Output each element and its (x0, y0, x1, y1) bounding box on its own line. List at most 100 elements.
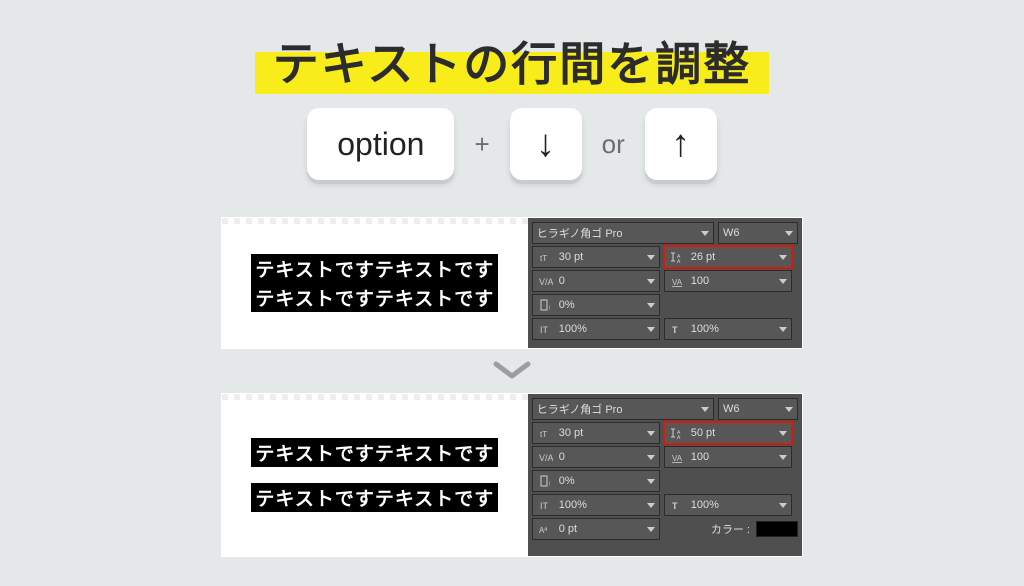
kerning-icon: V/A (537, 450, 555, 464)
sample-text-line: テキストですテキストです (251, 283, 498, 312)
chevron-down-icon (647, 255, 655, 260)
leading-icon: AA (669, 426, 687, 440)
kerning-icon: V/A (537, 274, 555, 288)
chevron-down-icon (701, 231, 709, 236)
example-after: テキストですテキストです テキストですテキストです ヒラギノ角ゴ Pro W6 (222, 394, 802, 556)
svg-text:↕: ↕ (548, 481, 551, 487)
svg-text:Aª: Aª (539, 526, 547, 535)
chevron-down-icon (647, 327, 655, 332)
kerning-field[interactable]: V/A 0 (532, 270, 660, 292)
svg-text:IT: IT (540, 325, 549, 335)
or-label: or (602, 129, 625, 160)
horiz-scale-value-2: 100% (691, 499, 719, 511)
page-title: テキストの行間を調整 (255, 26, 770, 94)
ruler-icon (222, 394, 528, 400)
chevron-down-icon (779, 327, 787, 332)
svg-text:tT: tT (540, 254, 547, 263)
sample-text-line: テキストですテキストです (251, 483, 498, 512)
chevron-down-icon (647, 455, 655, 460)
leading-field[interactable]: AA 50 pt (664, 422, 792, 444)
font-weight-select[interactable]: W6 (718, 398, 798, 420)
chevron-down-icon (785, 407, 793, 412)
horiz-scale-field[interactable]: IT 100% (532, 318, 660, 340)
character-panel-before: ヒラギノ角ゴ Pro W6 tT 30 pt (528, 218, 802, 348)
vertical-scale-value: 0% (559, 475, 575, 487)
ruler-icon (222, 218, 528, 224)
sample-text-line: テキストですテキストです (251, 254, 498, 283)
chevron-down-icon (701, 407, 709, 412)
tracking-icon: VA (669, 450, 687, 464)
chevron-down-icon (647, 479, 655, 484)
tracking-value: 100 (691, 275, 709, 287)
leading-icon: AA (669, 250, 687, 264)
svg-text:↕: ↕ (548, 305, 551, 311)
kerning-value: 0 (559, 451, 565, 463)
horiz-scale-icon: T (669, 498, 687, 512)
font-family-value: ヒラギノ角ゴ Pro (537, 225, 623, 241)
chevron-down-icon (647, 503, 655, 508)
shortcut-row: option + ↓ or ↑ (0, 108, 1024, 180)
svg-text:T: T (672, 501, 678, 511)
font-family-select[interactable]: ヒラギノ角ゴ Pro (532, 222, 714, 244)
horiz-scale-field-2[interactable]: T 100% (664, 494, 792, 516)
color-swatch[interactable] (756, 521, 798, 537)
tracking-field[interactable]: VA 100 (664, 270, 792, 292)
chevron-down-icon (779, 455, 787, 460)
down-arrow-icon (492, 360, 532, 382)
svg-text:IT: IT (540, 501, 549, 511)
svg-text:V/A: V/A (539, 277, 553, 287)
font-family-select[interactable]: ヒラギノ角ゴ Pro (532, 398, 714, 420)
baseline-shift-field[interactable]: Aª 0 pt (532, 518, 660, 540)
tracking-field[interactable]: VA 100 (664, 446, 792, 468)
horiz-scale-icon: T (669, 322, 687, 336)
vertical-scale-field[interactable]: ↕ 0% (532, 294, 660, 316)
chevron-down-icon (779, 503, 787, 508)
vertical-scale-value: 0% (559, 299, 575, 311)
horiz-scale-value: 100% (559, 499, 587, 511)
font-size-value: 30 pt (559, 251, 583, 263)
key-option: option (307, 108, 454, 180)
chevron-down-icon (647, 431, 655, 436)
svg-text:A: A (677, 435, 681, 439)
tracking-icon: VA (669, 274, 687, 288)
key-arrow-up: ↑ (645, 108, 717, 180)
example-before: テキストですテキストです テキストですテキストです ヒラギノ角ゴ Pro W6 (222, 218, 802, 348)
kerning-value: 0 (559, 275, 565, 287)
chevron-down-icon (779, 279, 787, 284)
font-weight-value: W6 (723, 227, 740, 239)
svg-text:VA: VA (672, 454, 683, 463)
font-size-icon: tT (537, 250, 555, 264)
baseline-shift-value: 0 pt (559, 523, 577, 535)
svg-text:tT: tT (540, 430, 547, 439)
font-size-icon: tT (537, 426, 555, 440)
leading-value: 26 pt (691, 251, 715, 263)
svg-text:VA: VA (672, 278, 683, 287)
vertical-scale-icon: ↕ (537, 474, 555, 488)
chevron-down-icon (785, 231, 793, 236)
horiz-scale-field-2[interactable]: T 100% (664, 318, 792, 340)
chevron-down-icon (647, 303, 655, 308)
svg-text:V/A: V/A (539, 453, 553, 463)
leading-field[interactable]: AA 26 pt (664, 246, 792, 268)
leading-value: 50 pt (691, 427, 715, 439)
horiz-scale-field[interactable]: IT 100% (532, 494, 660, 516)
text-sample-after: テキストですテキストです テキストですテキストです (222, 394, 528, 556)
tracking-value: 100 (691, 451, 709, 463)
horiz-scale-value-2: 100% (691, 323, 719, 335)
chevron-down-icon (647, 527, 655, 532)
color-label: カラー : (711, 521, 750, 537)
svg-text:T: T (672, 325, 678, 335)
chevron-down-icon (647, 279, 655, 284)
font-size-field[interactable]: tT 30 pt (532, 422, 660, 444)
horiz-scale-icon: IT (537, 322, 555, 336)
character-panel-after: ヒラギノ角ゴ Pro W6 tT 30 pt (528, 394, 802, 556)
svg-text:A: A (677, 259, 681, 263)
kerning-field[interactable]: V/A 0 (532, 446, 660, 468)
vertical-scale-icon: ↕ (537, 298, 555, 312)
horiz-scale-value: 100% (559, 323, 587, 335)
font-weight-select[interactable]: W6 (718, 222, 798, 244)
horiz-scale-icon: IT (537, 498, 555, 512)
vertical-scale-field[interactable]: ↕ 0% (532, 470, 660, 492)
font-size-field[interactable]: tT 30 pt (532, 246, 660, 268)
sample-text-line: テキストですテキストです (251, 438, 498, 467)
